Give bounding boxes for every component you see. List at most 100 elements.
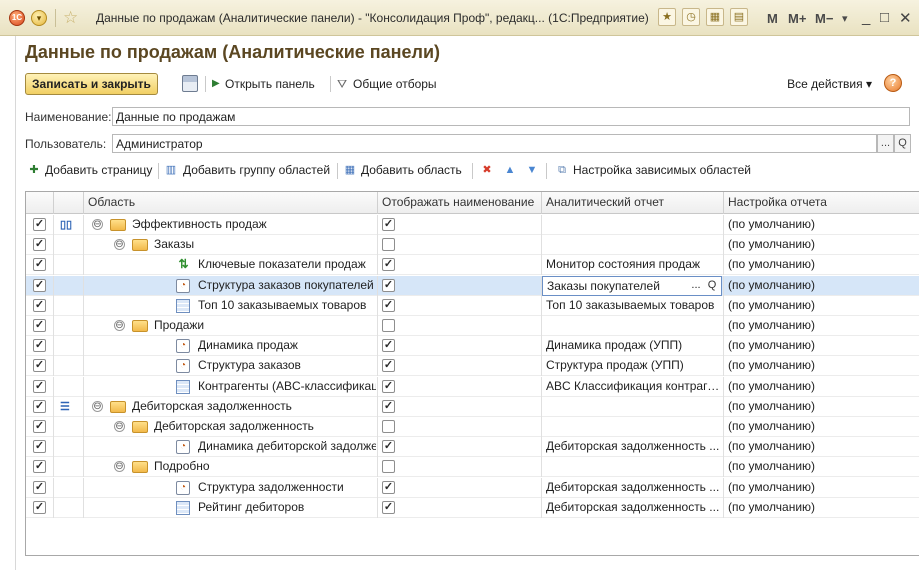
report-cell[interactable]	[542, 396, 724, 417]
report-settings-cell[interactable]: (по умолчанию)	[724, 296, 919, 316]
name-input[interactable]	[112, 107, 910, 126]
row-enabled-checkbox[interactable]: ✓	[33, 218, 46, 231]
show-name-checkbox[interactable]: ✓	[382, 339, 395, 353]
table-row[interactable]: ✓ ⇅ Ключевые показатели продаж ✓ Монитор сос…	[26, 255, 919, 276]
table-row[interactable]: ✓ Контрагенты (ABC-классификация) ✓ ABC Кла…	[26, 376, 919, 397]
show-name-checkbox[interactable]: ✓	[382, 298, 395, 312]
area-cell[interactable]: Контрагенты (ABC-классификация)	[84, 376, 378, 397]
report-settings-cell[interactable]: (по умолчанию)	[724, 215, 919, 235]
area-cell[interactable]: ◔ Структура заказов	[84, 356, 378, 377]
area-cell[interactable]: ⊖ Подробно	[84, 457, 378, 478]
show-name-checkbox[interactable]: ✓	[382, 440, 395, 454]
app-logo-icon[interactable]: 1С	[9, 10, 25, 26]
row-enabled-checkbox[interactable]: ✓	[33, 379, 46, 393]
report-settings-cell[interactable]: (по умолчанию)	[724, 397, 919, 417]
area-cell[interactable]: ⊖ Эффективность продаж	[84, 215, 378, 235]
report-cell[interactable]: Заказы покупателей... Q	[542, 275, 724, 296]
row-enabled-checkbox[interactable]: ✓	[33, 298, 46, 312]
report-settings-cell[interactable]: (по умолчанию)	[724, 235, 919, 255]
row-enabled-checkbox[interactable]: ✓	[33, 440, 46, 454]
report-settings-cell[interactable]: (по умолчанию)	[724, 457, 919, 477]
collapse-toggle-icon[interactable]: ⊖	[114, 421, 125, 432]
report-cell[interactable]	[542, 235, 724, 256]
area-cell[interactable]: ◔ Динамика продаж	[84, 336, 378, 357]
table-row[interactable]: ✓ Рейтинг дебиторов ✓ Дебиторская задолженн…	[26, 497, 919, 518]
show-name-checkbox[interactable]: ✓	[382, 359, 395, 373]
show-name-checkbox[interactable]: ✓	[382, 399, 395, 413]
report-cell[interactable]: ABC Классификация контраге...	[542, 376, 724, 397]
memory-m-button[interactable]: M	[767, 11, 778, 26]
show-name-checkbox[interactable]: ✓	[382, 500, 395, 514]
report-settings-cell[interactable]: (по умолчанию)	[724, 437, 919, 457]
collapse-toggle-icon[interactable]: ⊖	[92, 219, 103, 230]
table-row[interactable]: ✓ ⊖ Продажи (по умолчанию)	[26, 316, 919, 336]
memory-m-plus-button[interactable]: M+	[788, 11, 806, 26]
show-name-checkbox[interactable]	[382, 319, 395, 332]
report-settings-cell[interactable]: (по умолчанию)	[724, 356, 919, 376]
table-row[interactable]: ✓ ⊖ Дебиторская задолженность (по умолчанию…	[26, 417, 919, 437]
area-cell[interactable]: ◔ Структура заказов покупателей п...	[84, 275, 378, 296]
report-cell[interactable]: Топ 10 заказываемых товаров	[542, 295, 724, 316]
report-cell[interactable]	[542, 457, 724, 478]
report-edit-field[interactable]: Заказы покупателей... Q	[542, 275, 722, 296]
collapse-toggle-icon[interactable]: ⊖	[114, 239, 125, 251]
report-cell[interactable]: Дебиторская задолженность ...	[542, 477, 724, 498]
row-enabled-checkbox[interactable]: ✓	[33, 399, 46, 413]
maximize-button[interactable]: □	[880, 9, 889, 26]
area-cell[interactable]: ◔ Динамика дебиторской задолжен...	[84, 437, 378, 458]
table-row[interactable]: ✓ ◔ Структура заказов покупателей п... ✓ Зак…	[26, 275, 919, 296]
report-cell[interactable]	[542, 316, 724, 336]
show-name-checkbox[interactable]	[382, 238, 395, 252]
close-button[interactable]: ✕	[899, 9, 912, 27]
row-enabled-checkbox[interactable]: ✓	[33, 500, 46, 514]
report-cell[interactable]: Дебиторская задолженность ...	[542, 437, 724, 458]
area-cell[interactable]: ⇅ Ключевые показатели продаж	[84, 255, 378, 276]
show-name-checkbox[interactable]	[382, 460, 395, 474]
report-settings-cell[interactable]: (по умолчанию)	[724, 377, 919, 397]
add-area-button[interactable]: Добавить область	[361, 163, 462, 177]
report-cell[interactable]	[542, 215, 724, 235]
open-panel-button[interactable]: Открыть панель	[225, 77, 315, 91]
row-enabled-checkbox[interactable]: ✓	[33, 258, 46, 272]
row-enabled-checkbox[interactable]: ✓	[33, 339, 46, 353]
column-header-area[interactable]: Область	[84, 192, 378, 214]
collapse-toggle-icon[interactable]: ⊖	[114, 320, 125, 331]
calculator-icon[interactable]: ▦	[706, 8, 724, 26]
row-enabled-checkbox[interactable]: ✓	[33, 480, 46, 494]
user-select-button[interactable]: ...	[877, 134, 894, 153]
move-up-icon[interactable]: ▲	[503, 163, 517, 177]
report-search-icon[interactable]: Q	[705, 277, 719, 295]
row-enabled-checkbox[interactable]: ✓	[33, 420, 46, 433]
collapse-toggle-icon[interactable]: ⊖	[92, 400, 103, 412]
add-page-button[interactable]: Добавить страницу	[45, 163, 152, 177]
memory-m-minus-button[interactable]: M−	[815, 11, 833, 26]
report-select-button[interactable]: ...	[689, 277, 703, 295]
move-down-icon[interactable]: ▼	[525, 163, 539, 177]
show-name-checkbox[interactable]: ✓	[382, 379, 395, 393]
report-settings-cell[interactable]: (по умолчанию)	[724, 417, 919, 437]
row-enabled-checkbox[interactable]: ✓	[33, 278, 46, 292]
area-cell[interactable]: ⊖ Дебиторская задолженность	[84, 417, 378, 437]
dependent-areas-settings-button[interactable]: Настройка зависимых областей	[573, 163, 751, 177]
all-actions-menu[interactable]: Все действия ▾	[787, 77, 872, 91]
area-cell[interactable]: Рейтинг дебиторов	[84, 497, 378, 518]
favorites-icon[interactable]: ★	[658, 8, 676, 26]
table-row[interactable]: ✓ ◔ Структура заказов ✓ Структура продаж (УП…	[26, 356, 919, 377]
calendar-icon[interactable]: ▤	[730, 8, 748, 26]
row-enabled-checkbox[interactable]: ✓	[33, 319, 46, 332]
table-row[interactable]: ✓ Топ 10 заказываемых товаров ✓ Топ 10 зака…	[26, 295, 919, 316]
help-button[interactable]: ?	[884, 74, 902, 92]
row-enabled-checkbox[interactable]: ✓	[33, 359, 46, 373]
table-row[interactable]: ✓ ⊖ Заказы (по умолчанию)	[26, 235, 919, 256]
favorite-star-icon[interactable]: ☆	[63, 8, 78, 28]
table-row[interactable]: ✓ ▯▯ ⊖ Эффективность продаж ✓ (по умолчанию)	[26, 215, 919, 235]
report-settings-cell[interactable]: (по умолчанию)	[724, 255, 919, 275]
area-cell[interactable]: Топ 10 заказываемых товаров	[84, 295, 378, 316]
report-cell[interactable]: Монитор состояния продаж	[542, 255, 724, 276]
area-cell[interactable]: ⊖ Дебиторская задолженность	[84, 396, 378, 417]
report-settings-cell[interactable]: (по умолчанию)	[724, 276, 919, 296]
column-header-report[interactable]: Аналитический отчет	[542, 192, 724, 214]
table-row[interactable]: ✓ ◔ Динамика продаж ✓ Динамика продаж (УПП) (…	[26, 336, 919, 357]
show-name-checkbox[interactable]: ✓	[382, 480, 395, 494]
report-settings-cell[interactable]: (по умолчанию)	[724, 336, 919, 356]
